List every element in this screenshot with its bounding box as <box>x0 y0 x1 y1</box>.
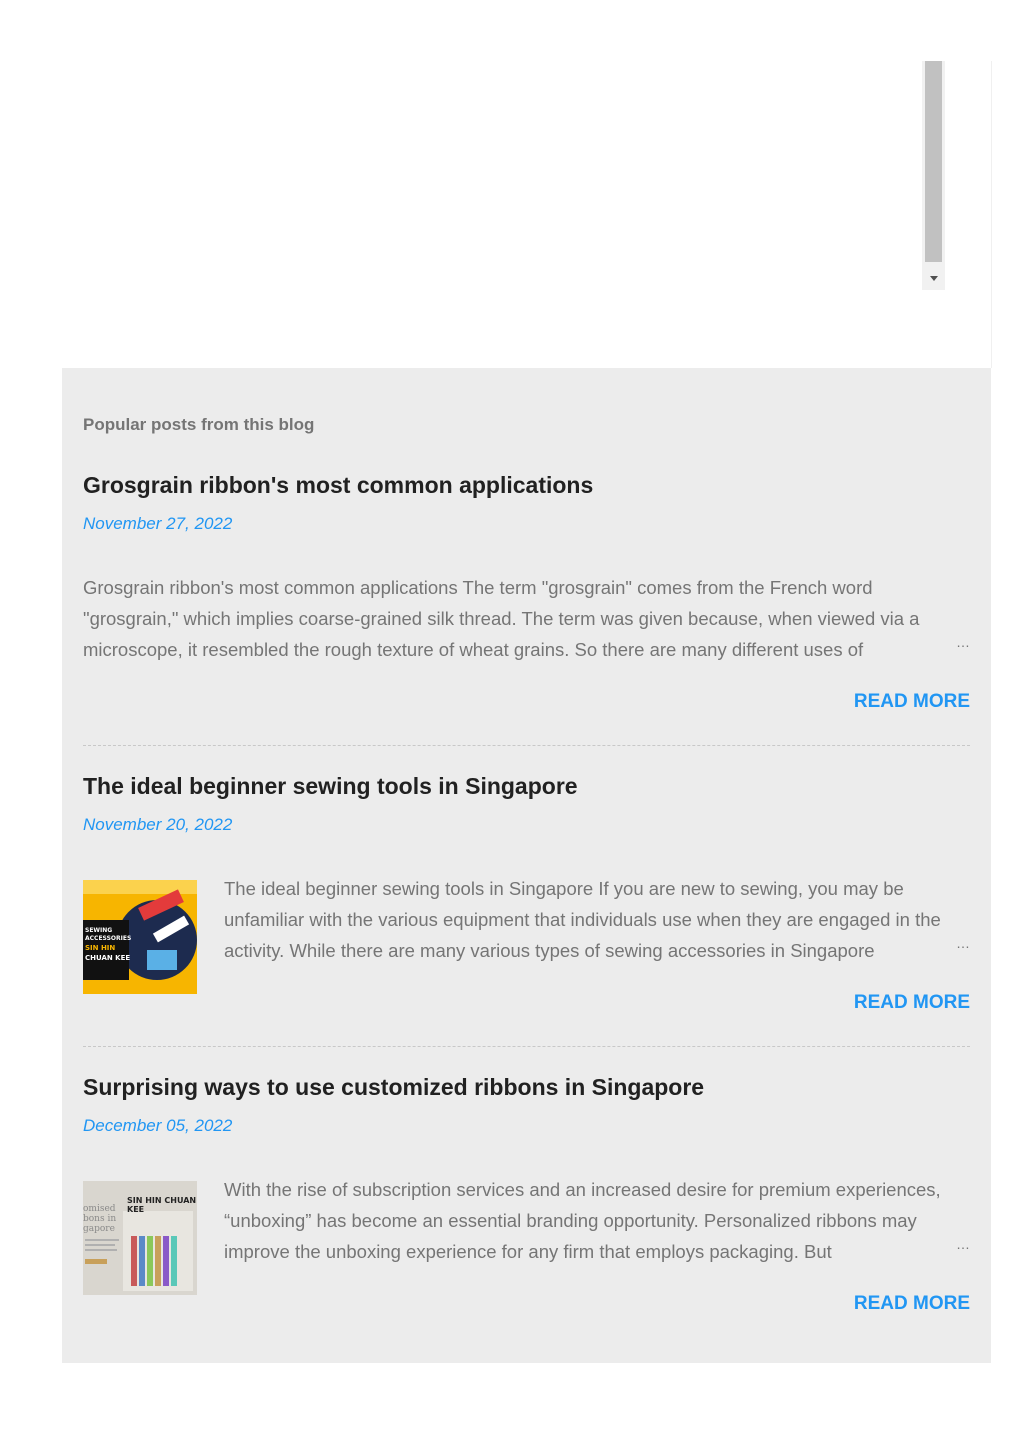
snippet-ellipsis: … <box>936 634 970 650</box>
read-more-link[interactable]: READ MORE <box>854 691 970 713</box>
post-item: The ideal beginner sewing tools in Singa… <box>83 773 970 1013</box>
svg-text:gapore: gapore <box>83 1224 115 1234</box>
read-more-link[interactable]: READ MORE <box>854 992 970 1014</box>
post-snippet: Grosgrain ribbon's most common applicati… <box>83 577 920 660</box>
post-thumbnail[interactable]: SEWING ACCESSORIES SIN HIN CHUAN KEE <box>83 880 197 994</box>
post-date: November 20, 2022 <box>83 815 233 834</box>
snippet-ellipsis: … <box>936 1236 970 1252</box>
thumbnail-text: SEWING <box>85 927 112 934</box>
post-item: Grosgrain ribbon's most common applicati… <box>83 472 970 712</box>
embedded-frame <box>62 61 992 368</box>
post-snippet: With the rise of subscription services a… <box>224 1179 941 1262</box>
scroll-down-arrow-icon[interactable] <box>922 266 945 290</box>
post-divider <box>83 745 970 746</box>
svg-text:bons in: bons in <box>83 1214 116 1224</box>
svg-text:KEE: KEE <box>127 1205 144 1214</box>
popular-posts-panel: Popular posts from this blog Grosgrain r… <box>62 368 991 1363</box>
read-more-link[interactable]: READ MORE <box>854 1293 970 1315</box>
page: Popular posts from this blog Grosgrain r… <box>0 0 1024 1449</box>
sewing-accessories-thumbnail-icon: SEWING ACCESSORIES SIN HIN CHUAN KEE <box>83 880 197 994</box>
scrollbar-thumb[interactable] <box>925 61 942 262</box>
snippet-ellipsis: … <box>936 935 970 951</box>
post-title-link[interactable]: Surprising ways to use customized ribbon… <box>83 1074 704 1101</box>
post-title-link[interactable]: The ideal beginner sewing tools in Singa… <box>83 773 578 800</box>
post-date: November 27, 2022 <box>83 514 233 533</box>
svg-text:SIN HIN: SIN HIN <box>85 944 115 952</box>
post-snippet: The ideal beginner sewing tools in Singa… <box>224 878 941 961</box>
scrollbar[interactable] <box>922 61 945 290</box>
popular-posts-heading: Popular posts from this blog <box>83 415 315 434</box>
post-thumbnail[interactable]: SIN HIN CHUAN KEE omised bons in gapore <box>83 1181 197 1295</box>
svg-text:omised: omised <box>83 1204 116 1214</box>
post-item: Surprising ways to use customized ribbon… <box>83 1074 970 1314</box>
thumbnail-text: SIN HIN CHUAN <box>127 1196 196 1205</box>
post-divider <box>83 1046 970 1047</box>
svg-text:ACCESSORIES: ACCESSORIES <box>85 935 131 942</box>
post-title-link[interactable]: Grosgrain ribbon's most common applicati… <box>83 472 593 499</box>
svg-text:CHUAN KEE: CHUAN KEE <box>85 954 130 962</box>
customized-ribbons-thumbnail-icon: SIN HIN CHUAN KEE omised bons in gapore <box>83 1181 197 1295</box>
post-date: December 05, 2022 <box>83 1116 233 1135</box>
